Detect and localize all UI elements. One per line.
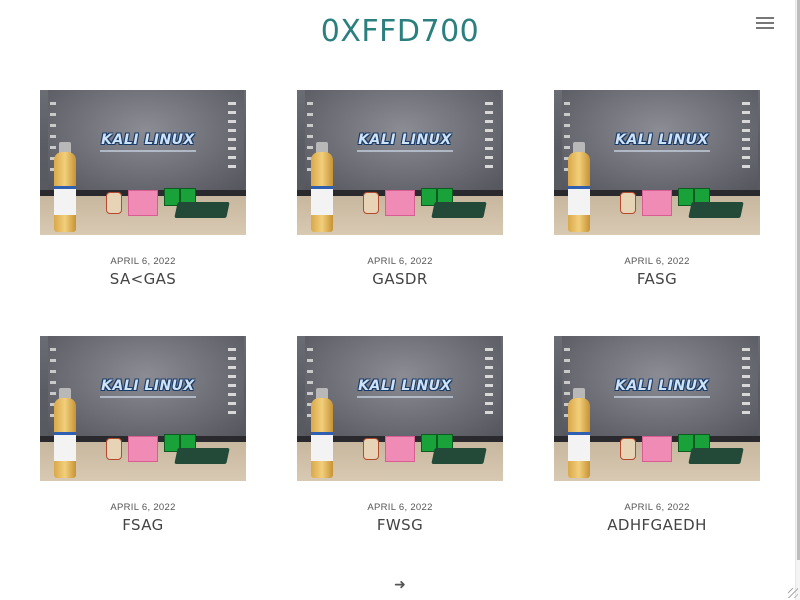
thumbnail-logo-text: KALI LINUX bbox=[101, 132, 195, 148]
post-thumbnail[interactable]: KALI LINUX bbox=[40, 90, 246, 235]
resize-grip-icon[interactable] bbox=[788, 588, 798, 598]
post-date: APRIL 6, 2022 bbox=[110, 502, 176, 513]
scrollbar[interactable] bbox=[795, 0, 800, 600]
post-date: APRIL 6, 2022 bbox=[367, 502, 433, 513]
site-title[interactable]: 0XFFD700 bbox=[0, 14, 800, 49]
thumbnail-logo-text: KALI LINUX bbox=[615, 132, 709, 148]
post-title-link[interactable]: ADHFGAEDH bbox=[554, 516, 760, 534]
post-title-link[interactable]: FSAG bbox=[40, 516, 246, 534]
post-card: KALI LINUX APRIL 6, 2022 SA<GAS bbox=[40, 90, 246, 288]
post-title-link[interactable]: SA<GAS bbox=[40, 270, 246, 288]
post-date: APRIL 6, 2022 bbox=[367, 256, 433, 267]
post-card: KALI LINUX APRIL 6, 2022 FSAG bbox=[40, 336, 246, 534]
post-date: APRIL 6, 2022 bbox=[110, 256, 176, 267]
post-card: KALI LINUX APRIL 6, 2022 FASG bbox=[554, 90, 760, 288]
post-thumbnail[interactable]: KALI LINUX bbox=[554, 336, 760, 481]
post-card: KALI LINUX APRIL 6, 2022 GASDR bbox=[297, 90, 503, 288]
post-thumbnail[interactable]: KALI LINUX bbox=[297, 90, 503, 235]
post-card: KALI LINUX APRIL 6, 2022 ADHFGAEDH bbox=[554, 336, 760, 534]
hamburger-menu-icon[interactable] bbox=[754, 14, 776, 32]
thumbnail-logo-text: KALI LINUX bbox=[358, 132, 452, 148]
post-title-link[interactable]: FASG bbox=[554, 270, 760, 288]
post-date: APRIL 6, 2022 bbox=[624, 502, 690, 513]
post-card: KALI LINUX APRIL 6, 2022 FWSG bbox=[297, 336, 503, 534]
thumbnail-logo-text: KALI LINUX bbox=[358, 378, 452, 394]
post-title-link[interactable]: GASDR bbox=[297, 270, 503, 288]
arrow-right-icon[interactable]: ➜ bbox=[390, 576, 410, 594]
post-thumbnail[interactable]: KALI LINUX bbox=[40, 336, 246, 481]
thumbnail-logo-text: KALI LINUX bbox=[615, 378, 709, 394]
post-date: APRIL 6, 2022 bbox=[624, 256, 690, 267]
post-thumbnail[interactable]: KALI LINUX bbox=[554, 90, 760, 235]
post-thumbnail[interactable]: KALI LINUX bbox=[297, 336, 503, 481]
thumbnail-logo-text: KALI LINUX bbox=[101, 378, 195, 394]
post-title-link[interactable]: FWSG bbox=[297, 516, 503, 534]
